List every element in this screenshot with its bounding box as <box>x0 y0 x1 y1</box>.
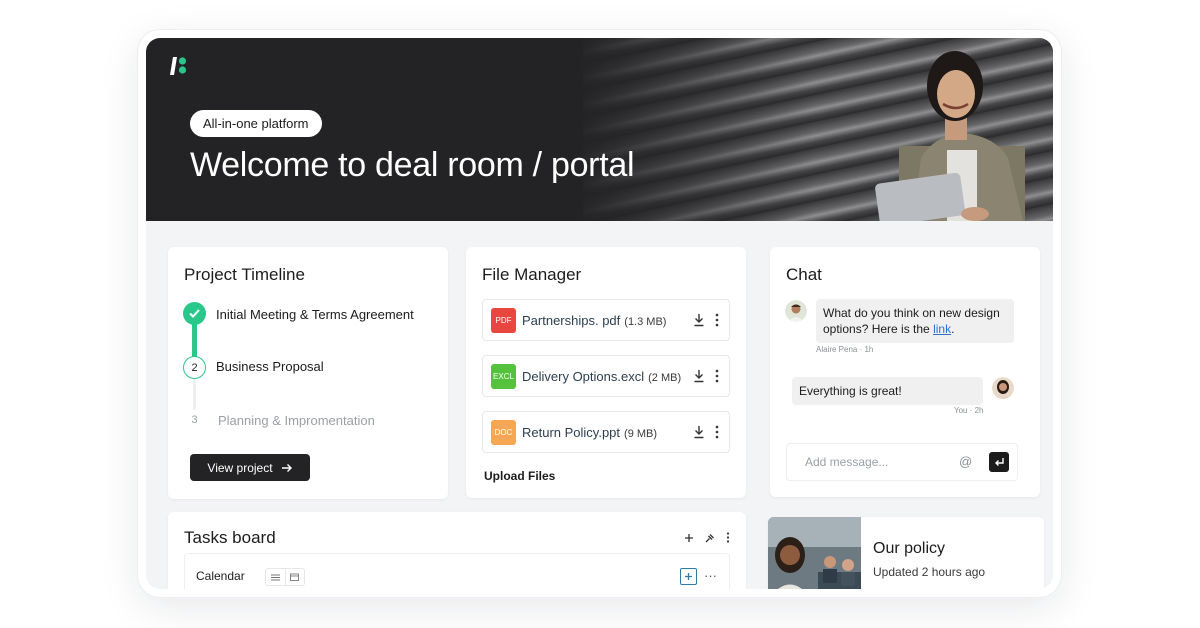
message-meta: Alaire Pena · 1h <box>816 345 874 354</box>
enter-icon <box>994 458 1004 466</box>
message-text-end: . <box>951 322 955 336</box>
file-name-text: Partnerships. pdf <box>522 313 621 328</box>
chat-card: Chat What do you think on new design opt… <box>770 247 1040 497</box>
tasks-board-toolbar <box>684 532 730 543</box>
platform-badge: All-in-one platform <box>190 110 322 137</box>
calendar-view-icon[interactable] <box>284 569 305 585</box>
hero-banner: All-in-one platform Welcome to deal room… <box>146 38 1053 221</box>
step-2-indicator: 2 <box>183 356 206 379</box>
list-view-icon[interactable] <box>266 569 285 585</box>
avatar <box>992 377 1014 399</box>
timeline-step-3-label[interactable]: Planning & Impromentation <box>218 413 375 428</box>
chat-composer: @ <box>786 443 1018 481</box>
arrow-right-icon <box>281 463 292 472</box>
more-vertical-icon[interactable] <box>726 532 730 543</box>
policy-card[interactable]: Our policy Updated 2 hours ago <box>768 517 1044 589</box>
view-project-button[interactable]: View project <box>190 454 310 481</box>
policy-team-image <box>768 517 861 589</box>
message-text: Everything is great! <box>799 384 902 398</box>
file-item[interactable]: EXCL Delivery Options.excl (2 MB) <box>482 355 730 397</box>
pin-icon[interactable] <box>705 533 715 543</box>
file-name: Partnerships. pdf (1.3 MB) <box>522 313 666 328</box>
message-link[interactable]: link <box>933 322 951 336</box>
policy-title: Our policy <box>873 540 946 557</box>
file-item[interactable]: DOC Return Policy.ppt (9 MB) <box>482 411 730 453</box>
file-name: Return Policy.ppt (9 MB) <box>522 425 657 440</box>
doc-file-icon: DOC <box>491 420 516 445</box>
pdf-file-icon: PDF <box>491 308 516 333</box>
device-frame: All-in-one platform Welcome to deal room… <box>138 30 1061 597</box>
calendar-row: Calendar ··· <box>184 553 730 589</box>
portal-screen: All-in-one platform Welcome to deal room… <box>146 38 1053 589</box>
chat-message-incoming: What do you think on new design options?… <box>816 299 1014 343</box>
message-input[interactable] <box>787 444 947 480</box>
file-size: (1.3 MB) <box>624 316 667 328</box>
more-vertical-icon[interactable] <box>715 424 719 440</box>
more-horizontal-icon[interactable]: ··· <box>704 568 717 583</box>
file-item[interactable]: PDF Partnerships. pdf (1.3 MB) <box>482 299 730 341</box>
file-manager-title: File Manager <box>482 265 582 284</box>
file-name-text: Delivery Options.excl <box>522 369 645 384</box>
plus-icon[interactable] <box>684 533 694 543</box>
view-toggle <box>265 568 305 586</box>
file-size: (9 MB) <box>624 428 658 440</box>
download-icon[interactable] <box>693 313 705 327</box>
tasks-board-title: Tasks board <box>184 528 276 547</box>
chat-title: Chat <box>786 265 822 284</box>
calendar-label: Calendar <box>196 569 245 583</box>
download-icon[interactable] <box>693 425 705 439</box>
file-manager-card: File Manager PDF Partnerships. pdf (1.3 M… <box>466 247 746 498</box>
project-timeline-card: Project Timeline Initial Meeting & Terms… <box>168 247 448 499</box>
send-button[interactable] <box>989 452 1009 472</box>
tasks-board-card: Tasks board Calendar ··· <box>168 512 746 589</box>
excel-file-icon: EXCL <box>491 364 516 389</box>
mention-icon[interactable]: @ <box>959 454 972 469</box>
download-icon[interactable] <box>693 369 705 383</box>
plus-icon <box>685 573 692 580</box>
step-1-check-icon <box>183 302 206 325</box>
app-logo-icon <box>170 57 187 75</box>
upload-files-link[interactable]: Upload Files <box>484 469 555 483</box>
add-task-button[interactable] <box>680 568 697 585</box>
hero-fade <box>573 38 813 221</box>
chat-message-outgoing: Everything is great! <box>792 377 983 405</box>
message-meta: You · 2h <box>954 406 984 415</box>
more-vertical-icon[interactable] <box>715 312 719 328</box>
file-name: Delivery Options.excl (2 MB) <box>522 369 681 384</box>
policy-updated: Updated 2 hours ago <box>873 565 986 579</box>
timeline-step-1-label[interactable]: Initial Meeting & Terms Agreement <box>216 307 414 322</box>
view-project-label: View project <box>207 460 273 475</box>
file-size: (2 MB) <box>648 372 682 384</box>
message-text: What do you think on new design options?… <box>823 306 1000 336</box>
avatar <box>785 300 807 322</box>
more-vertical-icon[interactable] <box>715 368 719 384</box>
step-3-indicator: 3 <box>185 410 204 429</box>
file-name-text: Return Policy.ppt <box>522 425 621 440</box>
page-title: Welcome to deal room / portal <box>190 146 635 184</box>
project-timeline-title: Project Timeline <box>184 265 305 284</box>
timeline-step-2-label[interactable]: Business Proposal <box>216 359 324 374</box>
hero-person-image <box>875 51 1025 221</box>
